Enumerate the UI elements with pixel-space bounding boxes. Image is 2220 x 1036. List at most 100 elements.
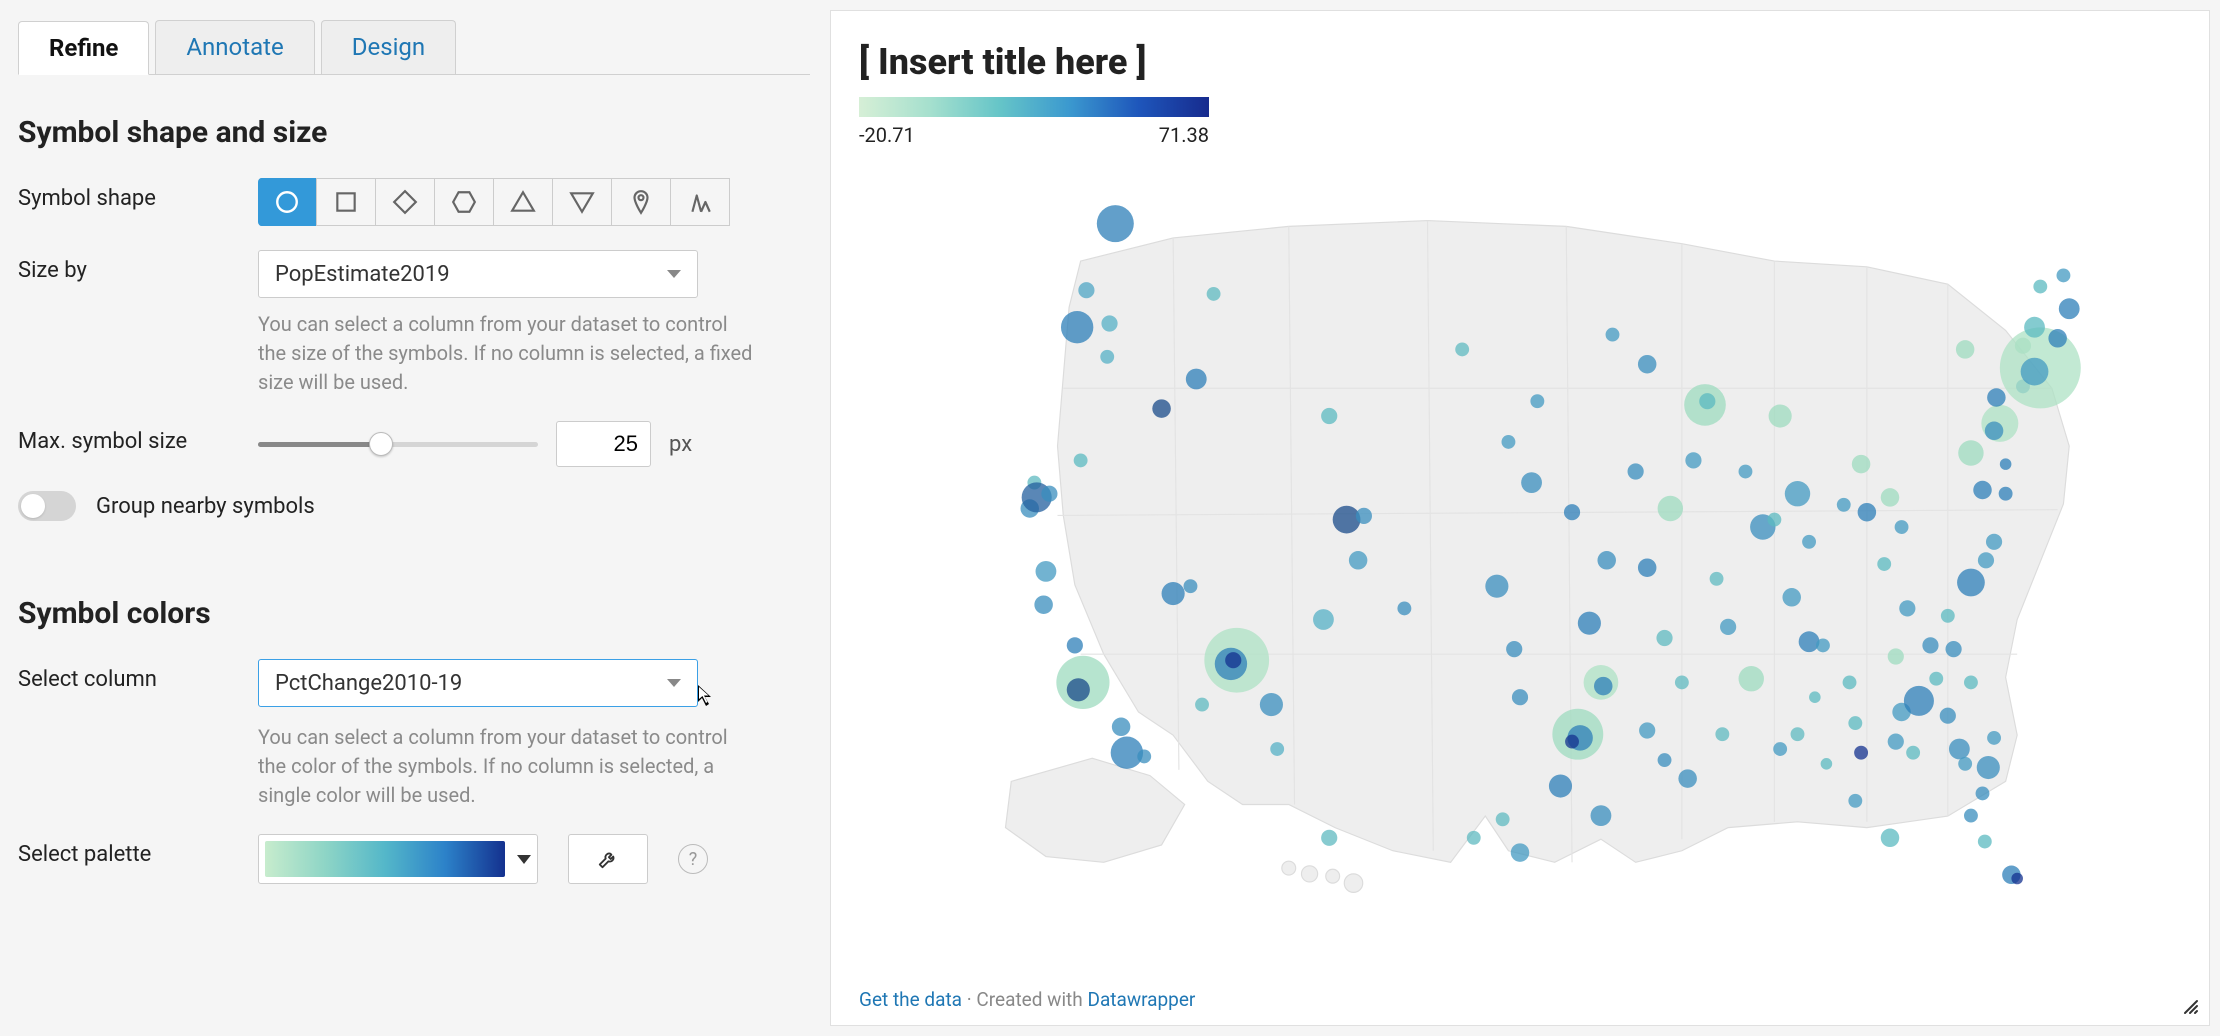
map-symbol[interactable] xyxy=(1041,486,1057,502)
map-symbol[interactable] xyxy=(2024,317,2045,338)
map-symbol[interactable] xyxy=(1767,513,1781,527)
color-column-select[interactable]: PctChange2010-19 xyxy=(258,659,698,707)
palette-select[interactable] xyxy=(258,834,538,884)
map-symbol[interactable] xyxy=(1929,672,1943,686)
map-symbol[interactable] xyxy=(1699,393,1715,409)
map-symbol[interactable] xyxy=(2057,268,2071,282)
map-symbol[interactable] xyxy=(1597,551,1616,570)
map-symbol[interactable] xyxy=(2033,280,2047,294)
map-symbol[interactable] xyxy=(1899,600,1915,616)
map-symbol[interactable] xyxy=(1137,749,1151,763)
map-symbol[interactable] xyxy=(1987,388,2006,407)
map-symbol[interactable] xyxy=(1578,612,1601,635)
shape-circle[interactable] xyxy=(258,178,317,226)
map-symbol[interactable] xyxy=(1074,453,1088,467)
palette-customize-button[interactable] xyxy=(568,834,648,884)
map-symbol[interactable] xyxy=(1111,737,1143,769)
map-symbol[interactable] xyxy=(1067,637,1083,653)
map-symbol[interactable] xyxy=(1628,463,1644,479)
map-symbol[interactable] xyxy=(1162,582,1185,605)
map-symbol[interactable] xyxy=(1773,742,1787,756)
map-symbol[interactable] xyxy=(1678,769,1697,788)
map-symbol[interactable] xyxy=(1564,504,1580,520)
map-symbol[interactable] xyxy=(1904,686,1934,716)
map-symbol[interactable] xyxy=(1591,805,1612,826)
map-symbol[interactable] xyxy=(1940,708,1956,724)
map-symbol[interactable] xyxy=(1195,698,1209,712)
group-nearby-toggle[interactable] xyxy=(18,491,76,521)
map-symbol[interactable] xyxy=(1511,843,1530,862)
map-symbol[interactable] xyxy=(1184,579,1198,593)
map-symbol[interactable] xyxy=(1502,435,1516,449)
map-symbol[interactable] xyxy=(1843,675,1857,689)
map-symbol[interactable] xyxy=(1260,693,1283,716)
get-data-link[interactable]: Get the data xyxy=(859,988,962,1011)
map-symbol[interactable] xyxy=(1739,666,1764,691)
map-symbol[interactable] xyxy=(1467,831,1481,845)
map-symbol[interactable] xyxy=(1978,835,1992,849)
map-symbol[interactable] xyxy=(1821,758,1833,770)
map-symbol[interactable] xyxy=(1964,809,1978,823)
map-symbol[interactable] xyxy=(1852,455,1871,474)
map-symbol[interactable] xyxy=(1964,675,1978,689)
map-symbol[interactable] xyxy=(1061,311,1093,343)
map-symbol[interactable] xyxy=(1186,369,1207,390)
map-symbol[interactable] xyxy=(1881,488,1900,507)
map-symbol[interactable] xyxy=(1685,452,1701,468)
map-symbol[interactable] xyxy=(1987,731,2001,745)
slider-thumb[interactable] xyxy=(369,432,393,456)
map-symbol[interactable] xyxy=(1565,735,1579,749)
map-container[interactable] xyxy=(859,157,2181,897)
shape-spike[interactable] xyxy=(670,178,730,226)
map-symbol[interactable] xyxy=(1034,595,1053,614)
map-symbol[interactable] xyxy=(1946,641,1962,657)
max-size-input[interactable] xyxy=(556,421,651,467)
map-symbol[interactable] xyxy=(1956,340,1975,359)
map-symbol[interactable] xyxy=(1594,677,1613,696)
map-symbol[interactable] xyxy=(1785,481,1810,506)
map-symbol[interactable] xyxy=(1976,786,1990,800)
map-symbol[interactable] xyxy=(1356,508,1372,524)
datawrapper-link[interactable]: Datawrapper xyxy=(1087,988,1195,1011)
map-symbol[interactable] xyxy=(1321,830,1337,846)
shape-pin[interactable] xyxy=(611,178,671,226)
map-symbol[interactable] xyxy=(1799,631,1820,652)
map-symbol[interactable] xyxy=(1658,496,1683,521)
map-symbol[interactable] xyxy=(1957,569,1985,597)
map-symbol[interactable] xyxy=(1100,350,1114,364)
max-size-slider[interactable] xyxy=(258,433,538,455)
map-symbol[interactable] xyxy=(1067,678,1090,701)
map-symbol[interactable] xyxy=(1207,287,1221,301)
help-icon[interactable]: ? xyxy=(678,844,708,874)
map-symbol[interactable] xyxy=(1639,722,1655,738)
map-symbol[interactable] xyxy=(1791,727,1805,741)
map-symbol[interactable] xyxy=(1658,753,1672,767)
map-symbol[interactable] xyxy=(2000,458,2012,470)
tab-refine[interactable]: Refine xyxy=(18,21,149,75)
map-symbol[interactable] xyxy=(1941,609,1955,623)
map-symbol[interactable] xyxy=(1973,481,1992,500)
shape-triangle-down[interactable] xyxy=(552,178,612,226)
map-symbol[interactable] xyxy=(1078,282,1094,298)
map-symbol[interactable] xyxy=(2059,298,2080,319)
map-symbol[interactable] xyxy=(1999,487,2013,501)
map-symbol[interactable] xyxy=(1638,355,1657,374)
map-symbol[interactable] xyxy=(1977,756,2000,779)
map-symbol[interactable] xyxy=(1152,399,1171,418)
map-symbol[interactable] xyxy=(1782,588,1801,607)
map-symbol[interactable] xyxy=(2048,329,2067,348)
map-symbol[interactable] xyxy=(1101,315,1117,331)
map-symbol[interactable] xyxy=(1895,520,1909,534)
map-symbol[interactable] xyxy=(1225,652,1241,668)
shape-triangle[interactable] xyxy=(493,178,553,226)
map-symbol[interactable] xyxy=(1958,757,1972,771)
map-symbol[interactable] xyxy=(1888,648,1904,664)
map-symbol[interactable] xyxy=(1888,734,1904,750)
map-symbol[interactable] xyxy=(1333,506,1361,534)
map-symbol[interactable] xyxy=(1485,575,1508,598)
map-symbol[interactable] xyxy=(1848,794,1862,808)
map-symbol[interactable] xyxy=(1881,829,1900,848)
shape-square[interactable] xyxy=(316,178,376,226)
map-symbol[interactable] xyxy=(1530,394,1544,408)
map-symbol[interactable] xyxy=(1036,561,1057,582)
